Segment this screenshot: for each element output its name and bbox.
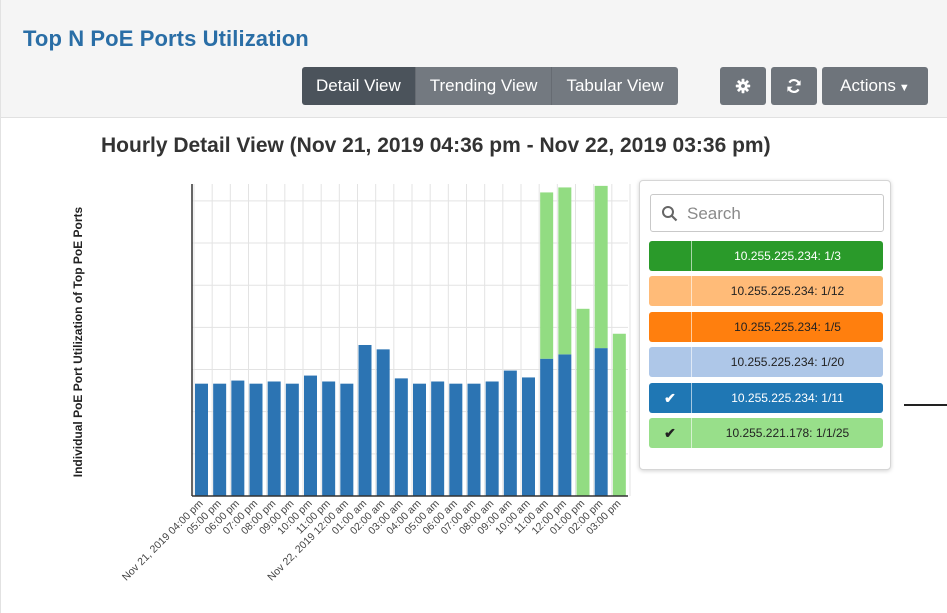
legend-item[interactable]: ✔ 10.255.225.234: 1/11: [649, 382, 883, 413]
bar-port-1-11[interactable]: [249, 383, 263, 496]
bar-port-1-11[interactable]: [558, 354, 572, 496]
bar-port-1-11[interactable]: [394, 378, 408, 496]
bar-port-1-1-25[interactable]: [576, 308, 590, 496]
checkmark-icon[interactable]: ✔: [649, 382, 692, 413]
poe-utilization-panel: Top N PoE Ports Utilization Detail View …: [0, 0, 947, 613]
bar-port-1-11[interactable]: [213, 383, 227, 496]
search-icon: [662, 206, 678, 222]
x-tick-label: Nov 21, 2019 04:00 pm: [120, 497, 206, 583]
legend-swatch[interactable]: [649, 276, 692, 307]
legend-item[interactable]: 10.255.225.234: 1/12: [649, 276, 883, 307]
bar-port-1-11[interactable]: [340, 383, 354, 496]
legend-swatch[interactable]: [649, 311, 692, 342]
bar-port-1-11[interactable]: [522, 377, 535, 496]
legend-item-label: 10.255.225.234: 1/5: [734, 319, 841, 334]
legend-swatch[interactable]: [649, 347, 692, 378]
bar-port-1-1-25[interactable]: [594, 185, 608, 349]
bar-port-1-11[interactable]: [376, 349, 390, 496]
bar-port-1-11[interactable]: [594, 348, 608, 496]
legend-item[interactable]: 10.255.225.234: 1/3: [649, 241, 883, 271]
legend-item[interactable]: ✔ 10.255.221.178: 1/1/25: [649, 418, 883, 448]
bar-port-1-11[interactable]: [431, 381, 445, 496]
legend-search-box[interactable]: [650, 194, 884, 232]
bar-port-1-11[interactable]: [503, 370, 517, 496]
legend-item-label: 10.255.225.234: 1/11: [731, 390, 844, 405]
bar-port-1-11[interactable]: [413, 383, 426, 496]
bar-port-1-11[interactable]: [322, 381, 336, 496]
bar-port-1-11[interactable]: [540, 358, 554, 496]
legend-item-label: 10.255.221.178: 1/1/25: [725, 426, 850, 440]
bar-port-1-11[interactable]: [267, 381, 281, 496]
bar-port-1-11[interactable]: [358, 344, 372, 496]
bar-port-1-11[interactable]: [195, 383, 208, 496]
legend-item[interactable]: 10.255.225.234: 1/5: [649, 311, 883, 342]
bar-port-1-11[interactable]: [485, 381, 499, 496]
legend-item-label: 10.255.225.234: 1/20: [730, 355, 845, 370]
legend-item-label: 10.255.225.234: 1/12: [730, 284, 845, 299]
bar-port-1-1-25[interactable]: [540, 192, 554, 359]
connector-line: [904, 404, 947, 406]
legend-item[interactable]: 10.255.225.234: 1/20: [649, 347, 883, 378]
bar-port-1-11[interactable]: [467, 383, 481, 496]
bar-port-1-11[interactable]: [285, 383, 299, 496]
bar-port-1-1-25[interactable]: [558, 187, 572, 355]
bar-port-1-11[interactable]: [304, 375, 317, 496]
bar-port-1-11[interactable]: [449, 383, 463, 496]
checkmark-icon[interactable]: ✔: [649, 418, 692, 448]
legend-swatch[interactable]: [649, 241, 692, 271]
bar-port-1-1-25[interactable]: [612, 333, 626, 496]
legend-panel: 10.255.225.234: 1/3 10.255.225.234: 1/12 1…: [639, 180, 891, 470]
legend-item-label: 10.255.225.234: 1/3: [734, 249, 841, 263]
legend-search-input[interactable]: [685, 201, 879, 227]
bar-port-1-11[interactable]: [231, 380, 245, 496]
